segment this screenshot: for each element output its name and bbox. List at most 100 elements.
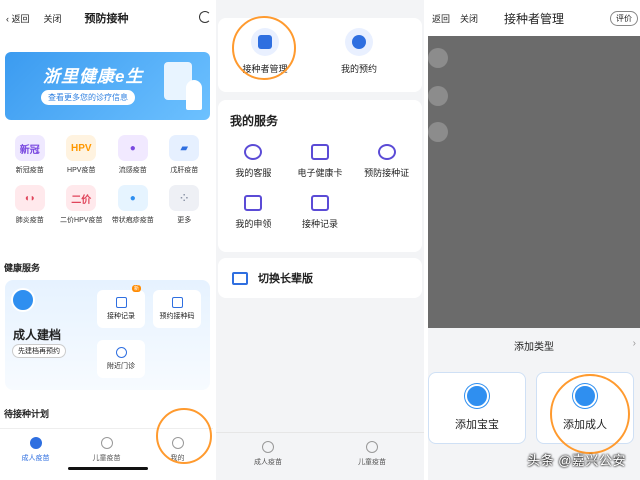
bivalent-hpv-icon: 二价 — [66, 185, 97, 211]
services-grid: 我的客服 电子健康卡 预防接种证 我的申领 接种记录 — [220, 144, 420, 230]
elder-mode-button[interactable]: 切换长辈版 — [218, 258, 422, 298]
banner-subtitle: 查看更多您的诊疗信息 — [41, 90, 135, 105]
rate-button[interactable]: 评价 — [610, 11, 638, 26]
appointment-code-button[interactable]: 预约接种码 — [153, 290, 201, 328]
covid-vaccine-icon: 新冠 — [14, 135, 45, 161]
chevron-right-icon[interactable]: › — [633, 338, 636, 349]
vaccination-certificate-button[interactable]: 预防接种证 — [353, 144, 420, 179]
quick-entry-card: 接种者管理 我的预约 — [218, 18, 422, 92]
record-icon — [115, 297, 127, 308]
my-services-card: 我的服务 我的客服 电子健康卡 预防接种证 我的申领 接种记录 — [218, 100, 422, 252]
card-title: 成人建档 — [13, 328, 62, 342]
modal-overlay[interactable] — [428, 36, 640, 328]
top-bar: 返回 关闭 接种者管理 评价 — [428, 0, 640, 36]
adult-profile-card[interactable]: 成人建档 先建档再预约 新 接种记录 预约接种码 附近门诊 — [5, 280, 210, 390]
watermark: 头条 @嘉兴公安 — [527, 453, 626, 468]
tab-child-vaccine[interactable]: 儿童疫苗 — [320, 433, 424, 480]
back-button[interactable]: 返回 — [432, 12, 450, 25]
vaccination-record-button[interactable]: 接种记录 — [287, 195, 354, 230]
vaccination-record-button[interactable]: 新 接种记录 — [97, 285, 145, 328]
elder-mode-icon — [232, 271, 248, 285]
tab-label: 儿童疫苗 — [92, 455, 121, 462]
recipient-management-panel: 返回 关闭 接种者管理 评价 添加类型 › 添加宝宝 添加成人 — [428, 0, 640, 480]
add-baby-button[interactable]: 添加宝宝 — [428, 372, 526, 444]
vaccine-item[interactable]: ● 带状疱疹疫苗 — [107, 185, 159, 225]
vaccine-label: 二价HPV疫苗 — [60, 217, 103, 224]
card-badge[interactable]: 先建档再预约 — [12, 344, 66, 358]
vaccine-item[interactable]: 新冠 新冠疫苗 — [4, 135, 56, 175]
service-label: 接种记录 — [301, 219, 338, 229]
vaccine-item[interactable]: ● 流感疫苗 — [107, 135, 159, 175]
vaccine-item[interactable]: 二价二价HPV疫苗 — [56, 185, 108, 225]
vaccine-item[interactable]: ▰ 戊肝疫苗 — [159, 135, 211, 175]
vaccine-item[interactable]: HPV HPV疫苗 — [56, 135, 108, 175]
tab-mine[interactable]: 我的 — [142, 429, 213, 480]
card-icon — [310, 144, 329, 160]
vaccine-label: 流感疫苗 — [118, 167, 147, 174]
clock-icon — [345, 28, 373, 56]
service-label: 接种记录 — [107, 313, 135, 320]
vaccine-item[interactable]: ⁘ 更多 — [159, 185, 211, 225]
person-icon — [171, 437, 184, 449]
certificate-icon — [377, 144, 396, 160]
new-tag: 新 — [131, 285, 141, 292]
flu-vaccine-icon: ● — [117, 135, 148, 161]
location-icon — [115, 347, 127, 358]
my-application-button[interactable]: 我的申领 — [220, 195, 287, 230]
vaccine-item[interactable]: ◖◗ 肺炎疫苗 — [4, 185, 56, 225]
my-page-panel: 接种者管理 我的预约 我的服务 我的客服 电子健康卡 预防接种证 我的申领 接种… — [216, 0, 424, 480]
customer-service-button[interactable]: 我的客服 — [220, 144, 287, 179]
avatar-icon — [11, 288, 35, 312]
tab-label: 我的 — [170, 455, 185, 462]
vaccine-label: 戊肝疫苗 — [170, 167, 199, 174]
service-label: 预约接种码 — [159, 313, 195, 320]
service-label: 电子健康卡 — [297, 168, 343, 178]
refresh-icon[interactable] — [199, 11, 211, 23]
shingles-vaccine-icon: ● — [117, 185, 148, 211]
sheet-title: 添加类型 — [514, 342, 554, 353]
hpv-vaccine-icon: HPV — [66, 135, 97, 161]
doctor-illustration — [186, 80, 202, 110]
back-button[interactable]: ‹ 返回 — [6, 12, 30, 25]
my-appointments-button[interactable]: 我的预约 — [314, 28, 404, 75]
vaccine-label: 新冠疫苗 — [15, 167, 44, 174]
add-adult-button[interactable]: 添加成人 — [536, 372, 634, 444]
vaccine-label: 带状疱疹疫苗 — [111, 217, 154, 224]
vaccine-label: HPV疫苗 — [67, 167, 96, 174]
tab-label: 成人疫苗 — [254, 459, 282, 466]
record-icon — [310, 195, 329, 211]
avatar — [428, 86, 448, 106]
pending-plan-heading: 待接种计划 — [4, 409, 50, 419]
tab-label: 成人疫苗 — [21, 455, 50, 462]
entry-label: 我的预约 — [340, 64, 377, 74]
service-label: 我的客服 — [235, 168, 272, 178]
home-icon — [251, 28, 279, 56]
tab-adult-vaccine[interactable]: 成人疫苗 — [216, 433, 320, 480]
promo-banner[interactable]: 浙里健康e生 查看更多您的诊疗信息 — [5, 52, 210, 120]
syringe-icon — [29, 437, 42, 449]
baby-avatar-icon — [465, 384, 489, 408]
syringe-icon — [262, 441, 274, 453]
nearby-clinic-button[interactable]: 附近门诊 — [97, 340, 145, 378]
health-card-button[interactable]: 电子健康卡 — [287, 144, 354, 179]
tab-adult-vaccine[interactable]: 成人疫苗 — [0, 429, 71, 480]
headset-icon — [244, 144, 263, 160]
close-button[interactable]: 关闭 — [460, 12, 478, 25]
avatar — [428, 122, 448, 142]
add-adult-label: 添加成人 — [563, 419, 607, 431]
close-button[interactable]: 关闭 — [44, 12, 62, 25]
service-label: 附近门诊 — [107, 363, 135, 370]
vaccine-label: 肺炎疫苗 — [15, 217, 44, 224]
hepatitis-vaccine-icon: ▰ — [169, 135, 200, 161]
recipient-management-button[interactable]: 接种者管理 — [220, 28, 310, 75]
service-label: 预防接种证 — [364, 168, 410, 178]
bottom-tab-bar: 成人疫苗 儿童疫苗 我的 — [0, 428, 213, 480]
scan-icon — [171, 297, 183, 308]
banner-title: 浙里健康e生 — [43, 67, 144, 86]
vaccination-home-panel: ‹ 返回 关闭 预防接种 浙里健康e生 查看更多您的诊疗信息 新冠 新冠疫苗 HP… — [0, 0, 213, 480]
tab-child-vaccine[interactable]: 儿童疫苗 — [71, 429, 142, 480]
elder-mode-label: 切换长辈版 — [258, 273, 313, 285]
more-grid-icon: ⁘ — [169, 185, 200, 211]
avatar — [428, 48, 448, 68]
vaccine-label: 更多 — [177, 217, 192, 224]
